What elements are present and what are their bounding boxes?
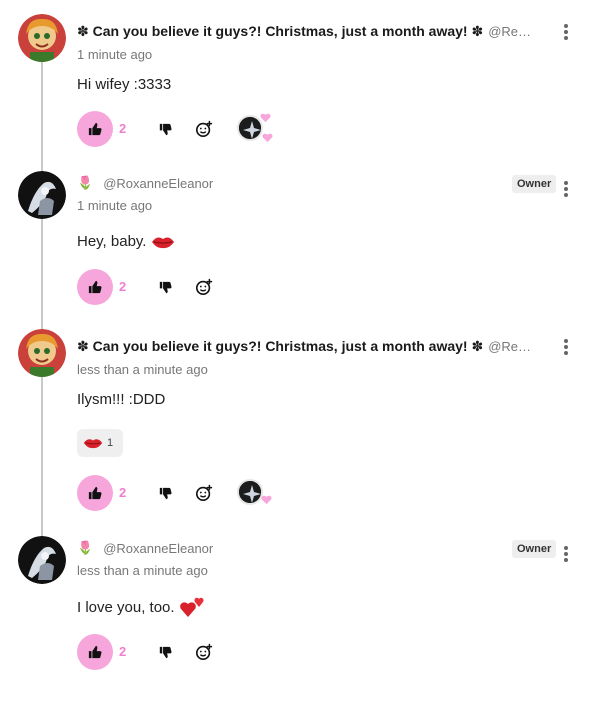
comment-actions: 2 [77, 269, 307, 305]
comment-text-content: Hey, baby. [77, 233, 147, 250]
reactor-avatar[interactable] [234, 475, 276, 511]
thumbs-up-icon [88, 280, 102, 294]
avatar [237, 479, 263, 505]
thumbs-down-icon [159, 281, 172, 293]
author-name[interactable]: 🌷 [77, 175, 93, 191]
comment-text-content: Hi wifey :3333 [77, 76, 172, 93]
like-button[interactable] [77, 475, 113, 511]
dislike-button[interactable] [155, 119, 175, 139]
comment: 🌷 @RoxanneEleanor Owner 1 minute ago Hey… [0, 171, 595, 311]
add-reaction-button[interactable] [193, 118, 215, 140]
like-count: 2 [119, 485, 127, 500]
comment-actions: 2 [77, 111, 307, 147]
avatar[interactable] [18, 329, 66, 377]
thumbs-down-icon [159, 646, 172, 658]
thumbs-down-icon [159, 487, 172, 499]
more-options-icon[interactable] [561, 22, 571, 42]
add-reaction-icon [195, 484, 213, 502]
like-count: 2 [119, 121, 127, 136]
like-button[interactable] [77, 269, 113, 305]
like-button[interactable] [77, 111, 113, 147]
owner-badge: Owner [512, 175, 557, 193]
like-count: 2 [119, 279, 127, 294]
dislike-button[interactable] [155, 483, 175, 503]
owner-badge: Owner [512, 540, 557, 558]
timestamp[interactable]: 1 minute ago [77, 198, 152, 213]
comment-header: 🌷 @RoxanneEleanor [77, 172, 547, 194]
comment: 🌷 @RoxanneEleanor Owner less than a minu… [0, 536, 595, 676]
comment-text-content: I love you, too. [77, 598, 175, 616]
reaction-count: 1 [107, 437, 114, 449]
add-reaction-button[interactable] [193, 641, 215, 663]
comment: ✽ Can you believe it guys?! Christmas, j… [0, 329, 595, 519]
add-reaction-icon [195, 120, 213, 138]
comment: ✽ Can you believe it guys?! Christmas, j… [0, 14, 595, 154]
avatar[interactable] [18, 536, 66, 584]
avatar[interactable] [18, 171, 66, 219]
comment-text: Ilysm!!! :DDD [77, 391, 165, 408]
comment-text: Hey, baby. [77, 233, 175, 250]
dislike-button[interactable] [155, 277, 175, 297]
thumbs-up-icon [88, 122, 102, 136]
heart-icon [262, 133, 273, 143]
add-reaction-button[interactable] [193, 482, 215, 504]
author-handle[interactable]: @RoxanneEleanor [103, 176, 213, 191]
comment-actions: 2 [77, 634, 307, 670]
like-button[interactable] [77, 634, 113, 670]
thumbs-down-icon [159, 123, 172, 135]
thumbs-up-icon [88, 486, 102, 500]
comment-header: 🌷 @RoxanneEleanor [77, 537, 547, 559]
more-options-icon[interactable] [561, 337, 571, 357]
like-count: 2 [119, 644, 127, 659]
more-options-icon[interactable] [561, 179, 571, 199]
timestamp[interactable]: 1 minute ago [77, 47, 152, 62]
reaction-chip[interactable]: 1 [77, 429, 123, 457]
timestamp[interactable]: less than a minute ago [77, 362, 208, 377]
reactor-avatar[interactable] [234, 111, 276, 147]
heart-icon [260, 113, 271, 123]
add-reaction-button[interactable] [193, 276, 215, 298]
kiss-lips-icon [152, 237, 175, 248]
author-name[interactable]: 🌷 [77, 540, 93, 556]
add-reaction-icon [195, 278, 213, 296]
two-hearts-icon [179, 597, 204, 617]
timestamp[interactable]: less than a minute ago [77, 563, 208, 578]
heart-icon [261, 495, 272, 505]
comment-text: I love you, too. [77, 596, 206, 618]
avatar[interactable] [18, 14, 66, 62]
comment-text-content: Ilysm!!! :DDD [77, 391, 166, 408]
comment-actions: 2 [77, 475, 307, 511]
author-name[interactable]: ✽ Can you believe it guys?! Christmas, j… [77, 23, 483, 40]
kiss-lips-icon [83, 439, 103, 449]
thumbs-up-icon [88, 645, 102, 659]
comment-text: Hi wifey :3333 [77, 76, 171, 93]
author-name[interactable]: ✽ Can you believe it guys?! Christmas, j… [77, 338, 483, 355]
author-handle[interactable]: @Re… [488, 24, 531, 39]
comment-header: ✽ Can you believe it guys?! Christmas, j… [77, 20, 547, 42]
author-handle[interactable]: @Re… [488, 339, 531, 354]
add-reaction-icon [195, 643, 213, 661]
comment-header: ✽ Can you believe it guys?! Christmas, j… [77, 335, 547, 357]
more-options-icon[interactable] [561, 544, 571, 564]
dislike-button[interactable] [155, 642, 175, 662]
author-handle[interactable]: @RoxanneEleanor [103, 541, 213, 556]
